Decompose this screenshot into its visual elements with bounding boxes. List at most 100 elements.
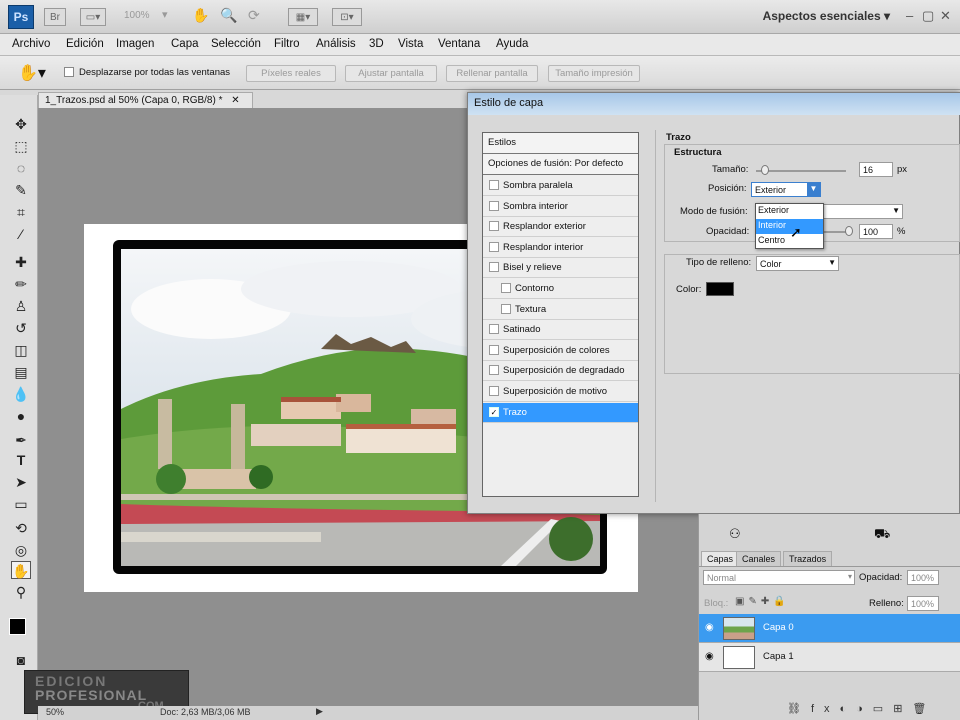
tab-capas[interactable]: Capas <box>701 551 740 566</box>
style-item[interactable]: Bisel y relieve <box>483 258 638 279</box>
type-tool-icon[interactable]: T <box>11 451 31 469</box>
quick-mask-icon[interactable]: ◙ <box>11 651 31 669</box>
layer-opacity-input[interactable]: 100% <box>907 570 939 585</box>
status-arrow-icon[interactable]: ▶ <box>316 706 323 717</box>
screen-mode-icon[interactable]: ⊡▾ <box>332 8 362 26</box>
visibility-eye-icon[interactable]: ◉ <box>705 622 717 634</box>
eraser-tool-icon[interactable]: ◫ <box>11 341 31 359</box>
lasso-tool-icon[interactable]: ◌ <box>11 159 31 177</box>
blend-mode-dropdown[interactable]: Normal ▾ <box>703 570 855 585</box>
style-item[interactable]: Sombra interior <box>483 196 638 217</box>
style-checkbox[interactable] <box>489 344 499 355</box>
stroke-color-swatch[interactable] <box>706 282 734 296</box>
actual-pixels-button[interactable]: Píxeles reales <box>246 65 336 82</box>
style-item[interactable]: Sombra paralela <box>483 176 638 196</box>
style-checkbox[interactable]: ✓ <box>489 406 499 417</box>
menu-seleccion[interactable]: Selección <box>211 38 261 50</box>
menu-vista[interactable]: Vista <box>398 38 423 50</box>
shape-tool-icon[interactable]: ▭ <box>11 495 31 513</box>
dodge-tool-icon[interactable]: ● <box>11 407 31 425</box>
visibility-eye-icon[interactable]: ◉ <box>705 651 717 663</box>
healing-brush-tool-icon[interactable]: ✚ <box>11 253 31 271</box>
scroll-all-checkbox[interactable] <box>64 67 74 77</box>
menu-ventana[interactable]: Ventana <box>438 38 480 50</box>
zoom-level[interactable]: 100% <box>124 10 150 21</box>
blur-tool-icon[interactable]: 💧 <box>11 385 31 403</box>
marquee-tool-icon[interactable]: ⬚ <box>11 137 31 155</box>
quick-selection-tool-icon[interactable]: ✎ <box>11 181 31 199</box>
tab-canales[interactable]: Canales <box>736 551 782 566</box>
styles-header[interactable]: Estilos <box>483 133 638 154</box>
workspace-switcher[interactable]: Aspectos esenciales ▾ <box>763 9 890 23</box>
layer-row-capa-0[interactable]: ◉ Capa 0 <box>699 614 960 643</box>
size-slider-track[interactable] <box>756 170 846 172</box>
menu-ayuda[interactable]: Ayuda <box>496 38 528 50</box>
zoom-dropdown-icon[interactable]: ▾ <box>162 8 168 21</box>
3d-orbit-tool-icon[interactable]: ◎ <box>11 541 31 559</box>
foreground-color-swatch[interactable] <box>9 618 26 635</box>
clone-stamp-tool-icon[interactable]: ♙ <box>11 297 31 315</box>
document-tab[interactable]: 1_Trazos.psd al 50% (Capa 0, RGB/8) * ✕ <box>38 92 253 109</box>
blend-mode-select[interactable]: ▼ <box>821 204 903 219</box>
panel-icon-a[interactable]: ⚇ <box>729 526 741 542</box>
status-zoom[interactable]: 50% <box>46 707 64 717</box>
style-checkbox[interactable] <box>489 241 499 252</box>
print-size-button[interactable]: Tamaño impresión <box>548 65 640 82</box>
menu-edicion[interactable]: Edición <box>66 38 104 50</box>
fill-screen-button[interactable]: Rellenar pantalla <box>446 65 538 82</box>
hand-tool-icon[interactable]: ✋ <box>192 7 209 24</box>
style-item[interactable]: Resplandor exterior <box>483 217 638 238</box>
menu-archivo[interactable]: Archivo <box>12 38 50 50</box>
fit-screen-button[interactable]: Ajustar pantalla <box>345 65 437 82</box>
layer-blend-dropdown-icon[interactable]: ▾ <box>848 571 852 583</box>
style-checkbox[interactable] <box>501 283 511 293</box>
rotate-view-icon[interactable]: ⟳ <box>248 7 260 24</box>
size-slider-thumb[interactable] <box>761 165 769 175</box>
opacity-slider-thumb[interactable] <box>845 226 853 236</box>
style-item[interactable]: Superposición de degradado <box>483 361 638 382</box>
style-item[interactable]: Contorno <box>483 279 638 299</box>
style-checkbox[interactable] <box>489 262 499 273</box>
style-item[interactable]: Satinado <box>483 320 638 341</box>
panel-icon-b[interactable]: ⛟ <box>874 526 890 544</box>
close-icon[interactable]: ✕ <box>940 8 951 24</box>
eyedropper-tool-icon[interactable]: ⁄ <box>11 225 31 243</box>
style-item[interactable]: Resplandor interior <box>483 237 638 258</box>
layer-row-capa-1[interactable]: ◉ Capa 1 <box>699 643 960 672</box>
style-item[interactable]: Textura <box>483 299 638 320</box>
style-item[interactable]: Superposición de colores <box>483 340 638 361</box>
position-option-exterior[interactable]: Exterior <box>756 204 823 219</box>
layer-panel-footer-icons[interactable]: ⛓fx◐◑▭⊞🗑 <box>787 702 936 715</box>
3d-rotate-tool-icon[interactable]: ⟲ <box>11 519 31 537</box>
style-checkbox[interactable] <box>489 180 499 190</box>
menu-3d[interactable]: 3D <box>369 38 384 50</box>
history-brush-tool-icon[interactable]: ↺ <box>11 319 31 337</box>
minimize-icon[interactable]: – <box>906 8 913 23</box>
crop-tool-icon[interactable]: ⌗ <box>11 203 31 221</box>
move-tool-icon[interactable]: ✥ <box>11 115 31 133</box>
fill-type-select[interactable]: Color ▼ <box>756 256 839 271</box>
position-select[interactable]: Exterior ▼ <box>751 182 821 197</box>
pen-tool-icon[interactable]: ✒ <box>11 431 31 449</box>
gradient-tool-icon[interactable]: ▤ <box>11 363 31 381</box>
menu-analisis[interactable]: Análisis <box>316 38 356 50</box>
bridge-icon[interactable]: Br <box>44 8 66 26</box>
style-checkbox[interactable] <box>489 324 499 335</box>
style-item[interactable]: Superposición de motivo <box>483 382 638 402</box>
tab-trazados[interactable]: Trazados <box>783 551 833 566</box>
menu-filtro[interactable]: Filtro <box>274 38 300 50</box>
menu-imagen[interactable]: Imagen <box>116 38 154 50</box>
zoom-tool-icon[interactable]: 🔍 <box>220 7 237 24</box>
blending-options-header[interactable]: Opciones de fusión: Por defecto <box>483 154 638 175</box>
style-checkbox[interactable] <box>489 365 499 376</box>
style-checkbox[interactable] <box>489 221 499 232</box>
style-item[interactable]: ✓ Trazo <box>483 402 638 423</box>
lock-icons[interactable]: ▣✎✚🔒 <box>735 596 790 607</box>
size-input[interactable]: 16 <box>859 162 893 177</box>
restore-icon[interactable]: ▢ <box>922 8 934 24</box>
fill-type-dropdown-icon[interactable]: ▼ <box>828 257 836 269</box>
style-checkbox[interactable] <box>501 303 511 314</box>
style-checkbox[interactable] <box>489 386 499 396</box>
view-extras-icon[interactable]: ▭▾ <box>80 8 106 26</box>
brush-tool-icon[interactable]: ✏ <box>11 275 31 293</box>
